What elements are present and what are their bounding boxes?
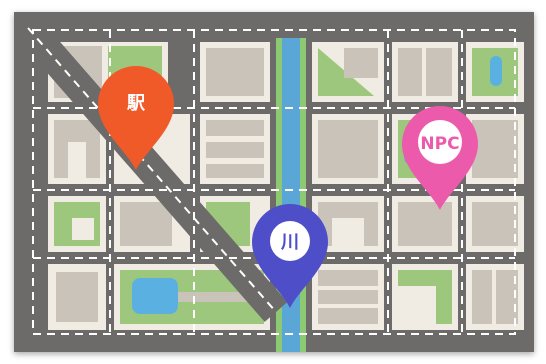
- building: [318, 270, 378, 286]
- building: [206, 142, 264, 158]
- building: [344, 48, 378, 78]
- building: [398, 48, 422, 96]
- building: [318, 308, 378, 324]
- marker-label-station: 駅: [126, 93, 146, 114]
- building: [206, 120, 264, 136]
- building: [206, 164, 264, 178]
- building: [472, 202, 518, 246]
- building: [472, 120, 518, 178]
- building: [120, 202, 172, 246]
- building: [472, 270, 492, 324]
- building: [206, 48, 264, 96]
- building: [426, 48, 452, 96]
- building: [318, 290, 378, 304]
- pond: [132, 278, 178, 314]
- marker-label-npc: NPC: [420, 134, 459, 154]
- pond: [490, 56, 502, 86]
- city-map: 駅 川 NPC: [14, 12, 534, 352]
- marker-label-river: 川: [280, 232, 299, 253]
- map-canvas: 駅 川 NPC: [14, 12, 534, 352]
- building: [318, 120, 378, 178]
- building: [398, 202, 452, 246]
- building: [56, 272, 98, 322]
